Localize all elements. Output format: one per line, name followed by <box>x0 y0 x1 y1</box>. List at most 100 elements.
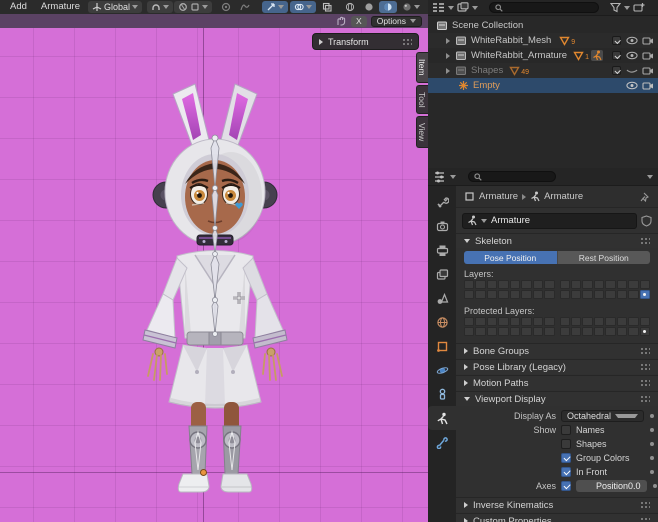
keyframe-dot-icon[interactable] <box>650 470 654 474</box>
render-camera-icon[interactable] <box>642 81 654 90</box>
layer-toggle[interactable] <box>498 290 508 299</box>
tab-item[interactable]: Item <box>416 52 428 83</box>
layer-toggle[interactable] <box>510 290 520 299</box>
layer-toggle[interactable] <box>617 280 627 289</box>
layer-toggle[interactable] <box>475 280 485 289</box>
layer-toggle[interactable] <box>571 317 581 326</box>
chevron-down-icon[interactable] <box>647 175 653 179</box>
display-as-dropdown[interactable]: Octahedral <box>561 410 644 422</box>
layer-toggle[interactable] <box>487 280 497 289</box>
outliner-row-shapes[interactable]: Shapes 49 <box>428 63 658 78</box>
hide-eye-icon[interactable] <box>626 51 638 60</box>
mirror-x-toggle[interactable]: X <box>351 16 367 27</box>
axes-position-slider[interactable]: Position 0.0 <box>576 480 647 492</box>
layer-toggle[interactable] <box>605 317 615 326</box>
snap-toggle[interactable] <box>174 1 212 13</box>
layer-toggle[interactable] <box>498 317 508 326</box>
selectability-checkbox[interactable] <box>612 36 621 45</box>
proportional-falloff-dropdown[interactable] <box>236 1 254 13</box>
layer-toggle[interactable] <box>510 327 520 336</box>
tab-physics[interactable] <box>428 358 456 382</box>
tab-view-layer[interactable] <box>428 262 456 286</box>
filter-icon[interactable] <box>610 2 621 13</box>
shading-rendered-button[interactable] <box>398 1 424 13</box>
outliner-row-empty[interactable]: Empty <box>428 78 658 93</box>
layer-toggle[interactable] <box>605 290 615 299</box>
layer-toggle[interactable] <box>510 317 520 326</box>
keyframe-dot-icon[interactable] <box>650 414 654 418</box>
new-collection-icon[interactable] <box>633 2 645 13</box>
tab-tool[interactable]: Tool <box>416 85 428 115</box>
layer-toggle[interactable] <box>571 280 581 289</box>
layer-toggle[interactable] <box>533 280 543 289</box>
panel-inverse-kinematics[interactable]: Inverse Kinematics <box>456 497 658 512</box>
render-camera-icon[interactable] <box>642 66 654 75</box>
editor-type-icon[interactable] <box>432 2 445 13</box>
snap-target-dropdown[interactable] <box>147 1 173 13</box>
layer-toggle[interactable] <box>560 290 570 299</box>
layer-toggle[interactable] <box>594 290 604 299</box>
display-mode-icon[interactable] <box>457 2 469 13</box>
hide-eye-icon[interactable] <box>626 36 638 45</box>
layer-toggle[interactable] <box>617 327 627 336</box>
outliner-row-scene-collection[interactable]: Scene Collection <box>428 18 658 33</box>
tab-bone[interactable] <box>428 430 456 454</box>
tab-world[interactable] <box>428 310 456 334</box>
shading-material-button[interactable] <box>379 1 397 13</box>
layer-toggle[interactable] <box>628 327 638 336</box>
layer-toggle[interactable] <box>475 327 485 336</box>
layer-toggle[interactable] <box>487 290 497 299</box>
chevron-down-icon[interactable] <box>472 6 478 10</box>
tab-object[interactable] <box>428 334 456 358</box>
tab-view[interactable]: View <box>416 116 428 148</box>
layer-toggle[interactable] <box>533 327 543 336</box>
drag-handle-icon[interactable] <box>640 347 650 355</box>
breadcrumb-object[interactable]: Armature <box>479 191 518 202</box>
panel-motion-paths[interactable]: Motion Paths <box>456 375 658 390</box>
layer-toggle[interactable] <box>582 280 592 289</box>
character-model[interactable] <box>93 42 328 497</box>
layer-toggle[interactable] <box>464 290 474 299</box>
expand-arrow-icon[interactable] <box>446 53 450 59</box>
layer-toggle[interactable] <box>560 280 570 289</box>
xray-toggle[interactable] <box>318 1 336 13</box>
keyframe-dot-icon[interactable] <box>650 456 654 460</box>
layer-toggle[interactable] <box>533 290 543 299</box>
pose-mirror-icon[interactable] <box>335 15 347 27</box>
tab-scene[interactable] <box>428 286 456 310</box>
layer-toggle[interactable] <box>571 290 581 299</box>
layer-toggle[interactable] <box>628 280 638 289</box>
layer-toggle[interactable] <box>475 317 485 326</box>
layer-toggle[interactable] <box>544 327 554 336</box>
layer-toggle[interactable] <box>521 280 531 289</box>
layer-toggle[interactable] <box>544 317 554 326</box>
properties-search-input[interactable] <box>468 171 556 182</box>
tab-constraints[interactable] <box>428 382 456 406</box>
menu-add[interactable]: Add <box>4 0 33 14</box>
selectability-checkbox[interactable] <box>612 66 621 75</box>
show-gizmo-dropdown[interactable] <box>262 1 288 13</box>
render-camera-icon[interactable] <box>642 51 654 60</box>
layer-toggle[interactable] <box>594 327 604 336</box>
layer-toggle[interactable] <box>464 317 474 326</box>
hidden-eye-closed-icon[interactable] <box>626 66 638 75</box>
breadcrumb-data[interactable]: Armature <box>544 191 583 202</box>
shield-icon[interactable] <box>641 215 652 227</box>
layer-toggle[interactable] <box>521 290 531 299</box>
layer-toggle[interactable] <box>521 327 531 336</box>
in-front-checkbox[interactable] <box>561 467 571 477</box>
shapes-checkbox[interactable] <box>561 439 571 449</box>
editor-type-icon[interactable] <box>433 171 446 183</box>
drag-handle-icon[interactable] <box>640 237 650 245</box>
layer-toggle[interactable] <box>510 280 520 289</box>
rest-position-button[interactable]: Rest Position <box>557 251 651 264</box>
outliner-row-whiterabbit-armature[interactable]: WhiteRabbit_Armature 1 <box>428 48 658 63</box>
layer-toggle[interactable] <box>594 317 604 326</box>
hide-eye-icon[interactable] <box>626 81 638 90</box>
tab-tool[interactable] <box>428 190 456 214</box>
layer-toggle[interactable] <box>582 327 592 336</box>
expand-arrow-icon[interactable] <box>446 38 450 44</box>
keyframe-dot-icon[interactable] <box>650 428 654 432</box>
layer-toggle[interactable] <box>544 280 554 289</box>
outliner-row-whiterabbit-mesh[interactable]: WhiteRabbit_Mesh 9 <box>428 33 658 48</box>
